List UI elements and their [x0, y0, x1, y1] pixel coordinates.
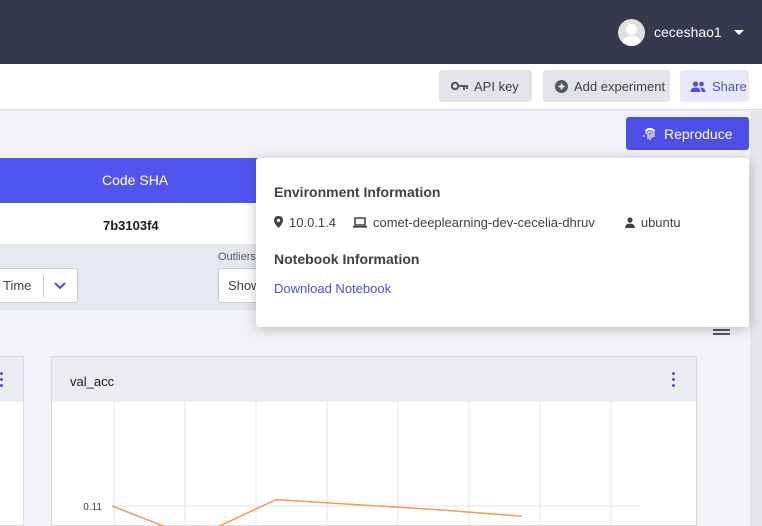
download-notebook-link[interactable]: Download Notebook [274, 281, 391, 296]
person-icon [624, 216, 635, 228]
os-user: ubuntu [640, 214, 681, 230]
share-label: Share [712, 78, 747, 94]
plus-circle-icon [555, 79, 568, 93]
top-navigation-bar: ceceshao1 [0, 0, 762, 64]
hostname: comet-deeplearning-dev-cecelia-dhruv [373, 214, 595, 230]
table-header: Code SHA [0, 158, 300, 203]
avatar [618, 18, 645, 46]
username: ceceshao1 [654, 24, 722, 40]
y-tick-label: 0.11 [83, 502, 102, 513]
outliers-label: Outliers [218, 251, 256, 263]
api-key-button[interactable]: API key [439, 70, 532, 102]
page-scrollbar[interactable] [750, 111, 762, 526]
api-key-label: API key [474, 78, 519, 94]
table-row[interactable]: 7b3103f4 [0, 203, 300, 245]
experiment-toolbar: API key Add experiment Share [0, 64, 762, 110]
reproduce-label: Reproduce [664, 125, 733, 142]
chart-panel-val-acc: val_acc 0.11 [51, 356, 697, 526]
people-icon [690, 80, 706, 92]
key-icon [451, 81, 468, 91]
more-vertical-icon[interactable] [0, 372, 4, 390]
add-experiment-label: Add experiment [574, 78, 666, 94]
select-divider [43, 275, 44, 297]
panel-header: val_acc [52, 357, 696, 402]
laptop-icon [353, 216, 367, 228]
code-sha-cell: 7b3103f4 [103, 218, 159, 233]
environment-details: 10.0.1.4 comet-deeplearning-dev-cecelia-… [274, 214, 681, 230]
panel-title: val_acc [70, 374, 115, 389]
reproduce-popover: Environment Information 10.0.1.4 comet-d… [256, 158, 749, 327]
notebook-title: Notebook Information [274, 251, 420, 267]
chart-panel-partial [0, 356, 24, 526]
environment-title: Environment Information [274, 184, 441, 200]
ip-address: 10.0.1.4 [289, 214, 336, 230]
location-pin-icon [274, 216, 283, 228]
column-header-code-sha[interactable]: Code SHA [102, 172, 168, 188]
x-axis-select-value: Time [3, 278, 32, 293]
x-axis-select[interactable]: Time [0, 268, 78, 303]
fingerprint-icon [643, 126, 657, 141]
more-vertical-icon[interactable] [672, 372, 676, 390]
add-experiment-button[interactable]: Add experiment [543, 70, 670, 102]
reproduce-button[interactable]: Reproduce [626, 117, 749, 150]
share-button[interactable]: Share [680, 70, 749, 102]
chevron-down-icon [54, 278, 66, 295]
line-chart: 0.11 [83, 402, 640, 526]
series-line [111, 498, 523, 526]
chevron-down-icon [733, 29, 744, 35]
user-menu[interactable]: ceceshao1 [618, 18, 744, 46]
